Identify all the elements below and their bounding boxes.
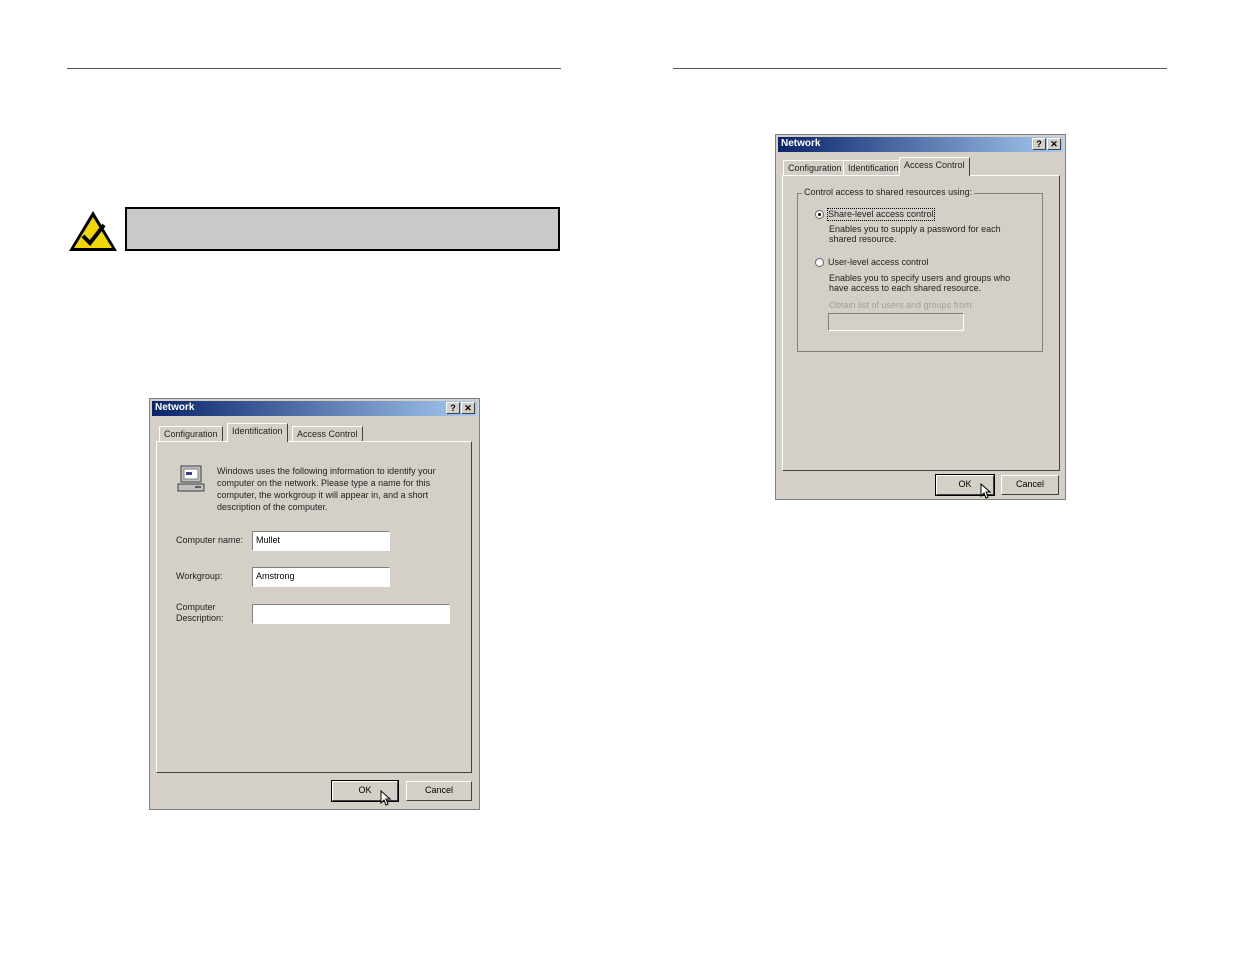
user-level-radio[interactable] — [815, 258, 824, 267]
tab-access-control[interactable]: Access Control — [292, 426, 363, 442]
workgroup-label: Workgroup: — [176, 571, 223, 581]
share-level-radio[interactable] — [815, 210, 824, 219]
tab-configuration[interactable]: Configuration — [783, 160, 847, 176]
identification-intro-text: Windows uses the following information t… — [217, 466, 436, 512]
user-level-description: Enables you to specify users and groups … — [829, 273, 1011, 293]
dialog-titlebar: Network ? ✕ — [152, 401, 477, 416]
cancel-button[interactable]: Cancel — [406, 781, 472, 801]
computer-name-label: Computer name: — [176, 535, 244, 545]
computer-name-field[interactable]: Mullet — [252, 531, 390, 551]
left-page-header-rule — [67, 68, 561, 69]
dialog-titlebar: Network ? ✕ — [778, 137, 1063, 152]
tab-configuration[interactable]: Configuration — [159, 426, 223, 442]
mouse-pointer-icon — [380, 790, 392, 806]
dialog-title: Network — [781, 138, 821, 149]
description-label-line1: Computer — [176, 602, 216, 612]
close-button[interactable]: ✕ — [461, 402, 475, 414]
help-button[interactable]: ? — [446, 402, 460, 414]
share-level-label[interactable]: Share-level access control — [827, 208, 935, 221]
description-label-line2: Description: — [176, 613, 224, 623]
computer-description-field[interactable] — [252, 604, 450, 624]
obtain-list-field[interactable] — [828, 313, 964, 331]
tab-access-control[interactable]: Access Control — [899, 157, 970, 176]
network-dialog-identification: Network ? ✕ Configuration Identification… — [149, 398, 480, 810]
share-level-description: Enables you to supply a password for eac… — [829, 224, 1001, 244]
access-control-group-title: Control access to shared resources using… — [802, 187, 975, 197]
tab-identification[interactable]: Identification — [227, 423, 288, 442]
obtain-list-label: Obtain list of users and groups from: — [829, 300, 975, 310]
network-dialog-access-control: Network ? ✕ Configuration Identification… — [775, 134, 1066, 500]
user-level-label[interactable]: User-level access control — [828, 257, 929, 268]
radio-selected-dot — [818, 213, 821, 216]
right-page-header-rule — [673, 68, 1167, 69]
close-button[interactable]: ✕ — [1047, 138, 1061, 150]
note-box — [125, 207, 560, 251]
mouse-pointer-icon — [980, 483, 992, 499]
checkmark-triangle-icon — [69, 211, 117, 251]
tab-identification[interactable]: Identification — [843, 160, 904, 176]
dialog-title: Network — [155, 402, 195, 413]
help-button[interactable]: ? — [1032, 138, 1046, 150]
computer-icon — [177, 465, 205, 492]
cancel-button[interactable]: Cancel — [1001, 475, 1059, 495]
workgroup-field[interactable]: Amstrong — [252, 567, 390, 587]
